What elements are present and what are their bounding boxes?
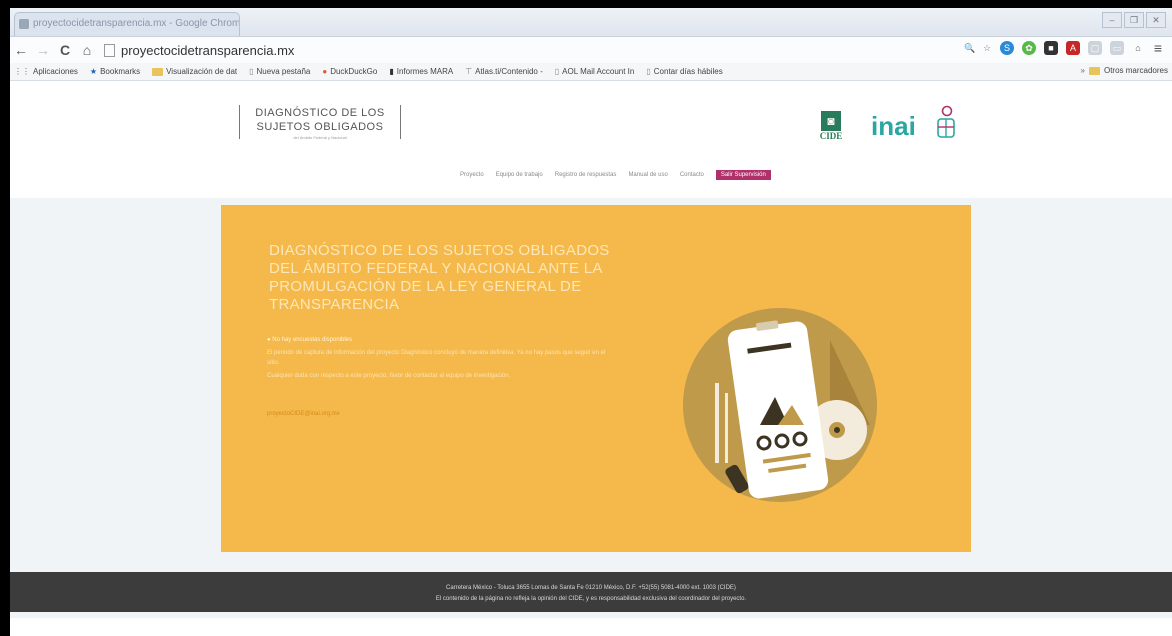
- bookmark-visualizacion[interactable]: Visualización de dat: [152, 67, 237, 76]
- pdf-icon[interactable]: ■: [1044, 41, 1058, 55]
- home-button[interactable]: ⌂: [76, 42, 98, 58]
- skype-icon[interactable]: S: [1000, 41, 1014, 55]
- cast-icon[interactable]: ▭: [1110, 41, 1124, 55]
- bookmark-label: Visualización de dat: [166, 67, 238, 76]
- close-button[interactable]: ✕: [1146, 12, 1166, 28]
- title-bar: proyectocidetransparencia.mx - Google Ch…: [10, 8, 1172, 37]
- bookmark-label: Atlas.ti/Contenido -: [475, 67, 543, 76]
- main-nav: Proyecto Equipo de trabajo Registro de r…: [460, 170, 771, 180]
- hero-paragraph-2: Cualquier duda con respecto a este proye…: [267, 373, 511, 379]
- acrobat-icon[interactable]: A: [1066, 41, 1080, 55]
- page-bottom: [10, 618, 1172, 636]
- diagnostico-logo[interactable]: DIAGNÓSTICO DE LOS SUJETOS OBLIGADOS del…: [239, 105, 401, 140]
- bookmarks-bar: ⋮⋮ Aplicaciones ★ Bookmarks Visualizació…: [10, 63, 1172, 81]
- page-icon: ▯: [646, 67, 651, 76]
- site-footer: Carretera México - Toluca 3655 Lomas de …: [10, 572, 1172, 612]
- nav-proyecto[interactable]: Proyecto: [460, 172, 484, 178]
- cide-emblem-icon: ◙: [821, 111, 841, 131]
- extensions-area: 🔍 ☆ S ✿ ■ A ▢ ▭ ⌂ ≡: [964, 41, 1164, 55]
- pencil-shape: [715, 383, 719, 463]
- footer-disclaimer: El contenido de la página no refleja la …: [435, 596, 747, 602]
- window-controls: – ❐ ✕: [1102, 12, 1166, 28]
- bookmark-atlas[interactable]: ⊤ Atlas.ti/Contenido -: [465, 67, 543, 76]
- nav-supervision-button[interactable]: Salir Supervisión: [715, 170, 771, 180]
- logo-line-1: DIAGNÓSTICO DE LOS: [255, 107, 385, 119]
- bookmark-apps[interactable]: ⋮⋮ Aplicaciones: [14, 67, 78, 76]
- star-icon: ★: [89, 67, 98, 76]
- bookmark-label: Nueva pestaña: [256, 67, 311, 76]
- nav-manual[interactable]: Manual de uso: [628, 172, 667, 178]
- address-toolbar: ← → C ⌂ proyectocidetransparencia.mx 🔍 ☆…: [10, 37, 1172, 63]
- bookmark-informes-mara[interactable]: ▮ Informes MARA: [389, 67, 453, 76]
- bookmark-label: Informes MARA: [396, 67, 454, 76]
- atlas-icon: ⊤: [465, 67, 473, 76]
- maximize-button[interactable]: ❐: [1124, 12, 1144, 28]
- pocket-icon[interactable]: ⌂: [1132, 41, 1144, 55]
- hero-paragraph-1: El periodo de captura de información del…: [267, 350, 606, 366]
- nav-equipo[interactable]: Equipo de trabajo: [496, 172, 543, 178]
- logo-line-2: SUJETOS OBLIGADOS: [256, 121, 384, 133]
- bookmark-contar-dias[interactable]: ▯ Contar días hábiles: [646, 67, 722, 76]
- browser-window: proyectocidetransparencia.mx - Google Ch…: [10, 8, 1172, 636]
- cide-label: CIDE: [819, 131, 843, 141]
- bookmark-star-icon[interactable]: ☆: [982, 41, 992, 55]
- evernote-icon[interactable]: ✿: [1022, 41, 1036, 55]
- nav-contacto[interactable]: Contacto: [680, 172, 704, 178]
- logo-subtitle: del Ámbito Federal y Nacional: [293, 135, 347, 140]
- chevron-icon: »: [1080, 66, 1085, 75]
- favicon-icon: [19, 19, 29, 29]
- contact-email-link[interactable]: proyectoCIDE@inai.org.mx: [267, 411, 340, 417]
- footer-address: Carretera México - Toluca 3655 Lomas de …: [446, 585, 736, 591]
- folder-icon: [1088, 66, 1100, 75]
- apps-icon: ⋮⋮: [14, 67, 30, 76]
- bookmark-duckduckgo[interactable]: ● DuckDuckGo: [322, 67, 377, 76]
- bookmark-aol[interactable]: ▯ AOL Mail Account In: [555, 67, 635, 76]
- page-icon: ▯: [249, 67, 254, 76]
- inai-logo[interactable]: inai: [871, 111, 916, 142]
- site-header: DIAGNÓSTICO DE LOS SUJETOS OBLIGADOS del…: [10, 81, 1172, 198]
- extension-icon[interactable]: ▢: [1088, 41, 1102, 55]
- bookmark-bookmarks[interactable]: ★ Bookmarks: [90, 67, 140, 76]
- other-bookmarks-label: Otros marcadores: [1103, 66, 1168, 75]
- inai-figure-icon: [937, 105, 955, 138]
- minimize-button[interactable]: –: [1102, 12, 1122, 28]
- chart-icon: ▮: [389, 67, 394, 76]
- back-button[interactable]: ←: [10, 42, 32, 58]
- clipboard-illustration: [683, 308, 877, 502]
- page-icon: [104, 43, 115, 57]
- menu-icon[interactable]: ≡: [1152, 41, 1164, 55]
- folder-icon: [152, 67, 164, 76]
- bookmark-label: AOL Mail Account In: [562, 67, 635, 76]
- zoom-icon[interactable]: 🔍: [964, 41, 975, 55]
- duckduckgo-icon: ●: [322, 67, 328, 76]
- forward-button[interactable]: →: [32, 42, 54, 58]
- hero-banner: DIAGNÓSTICO DE LOS SUJETOS OBLIGADOS DEL…: [221, 205, 971, 552]
- bookmark-label: Aplicaciones: [33, 67, 78, 76]
- nav-registro[interactable]: Registro de respuestas: [555, 172, 617, 178]
- hero-content: ● No hay encuestas disponibles El period…: [267, 335, 617, 381]
- cide-logo[interactable]: ◙ CIDE: [818, 111, 844, 141]
- status-text: No hay encuestas disponibles: [272, 337, 353, 343]
- tab-title: proyectocidetransparencia.mx - Google Ch…: [33, 18, 240, 29]
- bookmark-nueva-pestana[interactable]: ▯ Nueva pestaña: [249, 67, 310, 76]
- page-icon: ▯: [554, 67, 560, 76]
- other-bookmarks[interactable]: » Otros marcadores: [1081, 66, 1168, 75]
- url-text[interactable]: proyectocidetransparencia.mx: [121, 43, 294, 58]
- bookmark-label: Bookmarks: [100, 67, 141, 76]
- bookmark-label: DuckDuckGo: [330, 67, 378, 76]
- address-bar[interactable]: proyectocidetransparencia.mx: [104, 43, 294, 58]
- status-bullet: ● No hay encuestas disponibles: [267, 337, 353, 343]
- browser-tab[interactable]: proyectocidetransparencia.mx - Google Ch…: [14, 12, 240, 36]
- hero-title: DIAGNÓSTICO DE LOS SUJETOS OBLIGADOS DEL…: [269, 242, 610, 313]
- reload-button[interactable]: C: [54, 42, 76, 58]
- bookmark-label: Contar días hábiles: [653, 67, 723, 76]
